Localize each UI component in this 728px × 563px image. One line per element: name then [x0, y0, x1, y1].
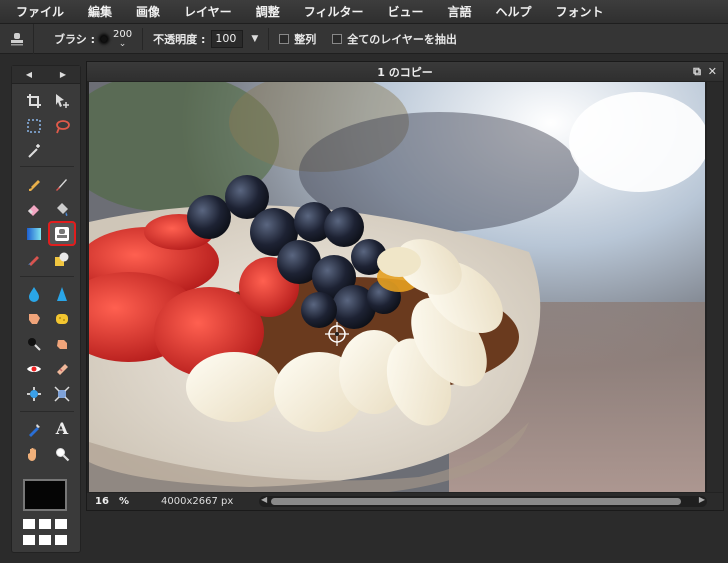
menu-help[interactable]: ヘルプ — [496, 3, 532, 20]
horizontal-scrollbar[interactable]: ◀ ▶ — [259, 495, 707, 507]
sharpen-icon[interactable] — [48, 281, 76, 306]
sample-all-checkbox-row[interactable]: 全てのレイヤーを抽出 — [332, 31, 457, 47]
image-canvas[interactable] — [89, 82, 705, 492]
spot-heal-icon[interactable] — [48, 356, 76, 381]
opacity-label: 不透明度 : — [153, 32, 206, 46]
burn-icon[interactable] — [20, 331, 48, 356]
zoom-value[interactable]: 16 — [91, 496, 113, 507]
status-bar: 16 % 4000x2667 px ◀ ▶ — [87, 493, 723, 510]
lasso-tool-icon[interactable] — [48, 113, 76, 138]
menu-layer[interactable]: レイヤー — [184, 3, 232, 20]
hand-tool-icon[interactable] — [20, 441, 48, 466]
crop-tool-icon[interactable] — [20, 88, 48, 113]
menu-font[interactable]: フォント — [556, 3, 604, 20]
marquee-tool-icon[interactable] — [20, 113, 48, 138]
magic-wand-icon[interactable] — [20, 138, 48, 163]
vertical-scrollbar[interactable] — [707, 82, 723, 492]
menu-image[interactable]: 画像 — [136, 3, 160, 20]
zoom-tool-icon[interactable] — [48, 441, 76, 466]
brush-preview-icon — [101, 35, 108, 42]
toolbox: ◀ ▶ A — [11, 65, 81, 553]
color-swatch[interactable] — [23, 479, 67, 511]
opacity-dropdown-icon[interactable]: ▼ — [251, 34, 258, 44]
options-bar: ブラシ : 200 ⌄ 不透明度 : 100 ▼ 整列 全てのレイヤーを抽出 — [0, 23, 728, 54]
pencil-icon[interactable] — [20, 171, 48, 196]
divider — [268, 27, 270, 50]
brush-label: ブラシ : — [54, 32, 96, 46]
menu-language[interactable]: 言語 — [447, 3, 471, 20]
toolbox-divider — [20, 411, 74, 412]
text-tool-glyph: A — [55, 419, 69, 438]
color-picker-icon[interactable] — [20, 416, 48, 441]
menu-file[interactable]: ファイル — [16, 3, 64, 20]
scroll-left-icon[interactable]: ◀ — [261, 495, 267, 504]
brush-picker[interactable]: 200 ⌄ — [101, 28, 133, 49]
eraser-icon[interactable] — [20, 196, 48, 221]
toolbox-next-arrow[interactable]: ▶ — [60, 70, 66, 79]
dodge-hand-icon[interactable] — [48, 331, 76, 356]
brush-size-value: 200 — [113, 28, 133, 40]
document-title: 1 のコピー — [377, 65, 433, 79]
move-tool-icon[interactable] — [48, 88, 76, 113]
acai-bowl-photo — [89, 82, 705, 492]
toolbox-header: ◀ ▶ — [12, 66, 80, 84]
scroll-right-icon[interactable]: ▶ — [699, 495, 705, 504]
restore-icon[interactable]: ⧉ — [693, 65, 701, 79]
scroll-thumb[interactable] — [271, 498, 681, 505]
bloat-icon[interactable] — [20, 381, 48, 406]
chevron-down-icon: ⌄ — [118, 38, 127, 49]
opacity-input[interactable]: 100 — [211, 29, 244, 48]
tool-group-select — [20, 88, 76, 163]
grid-icon[interactable] — [23, 519, 69, 547]
tool-group-retouch — [20, 281, 76, 406]
zoom-percent: % — [119, 496, 130, 507]
tool-group-paint — [20, 171, 76, 271]
red-eye-icon[interactable] — [20, 356, 48, 381]
toolbox-prev-arrow[interactable]: ◀ — [26, 70, 32, 79]
document-title-bar: 1 のコピー ⧉ ✕ — [87, 62, 723, 81]
menu-filter[interactable]: フィルター — [304, 3, 364, 20]
document-window: 1 のコピー ⧉ ✕ 16 % 4000x2667 px ◀ ▶ — [86, 61, 724, 511]
clone-stamp-tool-icon[interactable] — [48, 221, 76, 246]
divider — [142, 27, 144, 50]
menu-bar: ファイル 編集 画像 レイヤー 調整 フィルター ビュー 言語 ヘルプ フォント — [0, 0, 728, 24]
clone-stamp-icon — [0, 23, 34, 54]
toolbox-divider — [20, 166, 74, 167]
tool-group-misc: A — [20, 416, 76, 466]
shape-tool-icon[interactable] — [48, 246, 76, 271]
sample-all-label: 全てのレイヤーを抽出 — [347, 32, 457, 46]
menu-view[interactable]: ビュー — [387, 3, 423, 20]
align-label: 整列 — [294, 32, 317, 46]
brush-icon[interactable] — [48, 171, 76, 196]
paint-bucket-icon[interactable] — [48, 196, 76, 221]
text-tool-icon[interactable]: A — [48, 416, 76, 441]
gradient-tool-icon[interactable] — [20, 221, 48, 246]
align-checkbox[interactable] — [279, 33, 290, 44]
toolbox-divider — [20, 276, 74, 277]
menu-edit[interactable]: 編集 — [88, 3, 112, 20]
align-checkbox-row[interactable]: 整列 — [279, 31, 316, 47]
sample-all-checkbox[interactable] — [332, 33, 343, 44]
sponge-icon[interactable] — [48, 306, 76, 331]
pinch-icon[interactable] — [48, 381, 76, 406]
close-icon[interactable]: ✕ — [708, 65, 717, 78]
image-dimensions: 4000x2667 px — [161, 496, 234, 507]
blur-drop-icon[interactable] — [20, 281, 48, 306]
smudge-finger-icon[interactable] — [20, 306, 48, 331]
menu-adjust[interactable]: 調整 — [256, 3, 280, 20]
color-replace-icon[interactable] — [20, 246, 48, 271]
